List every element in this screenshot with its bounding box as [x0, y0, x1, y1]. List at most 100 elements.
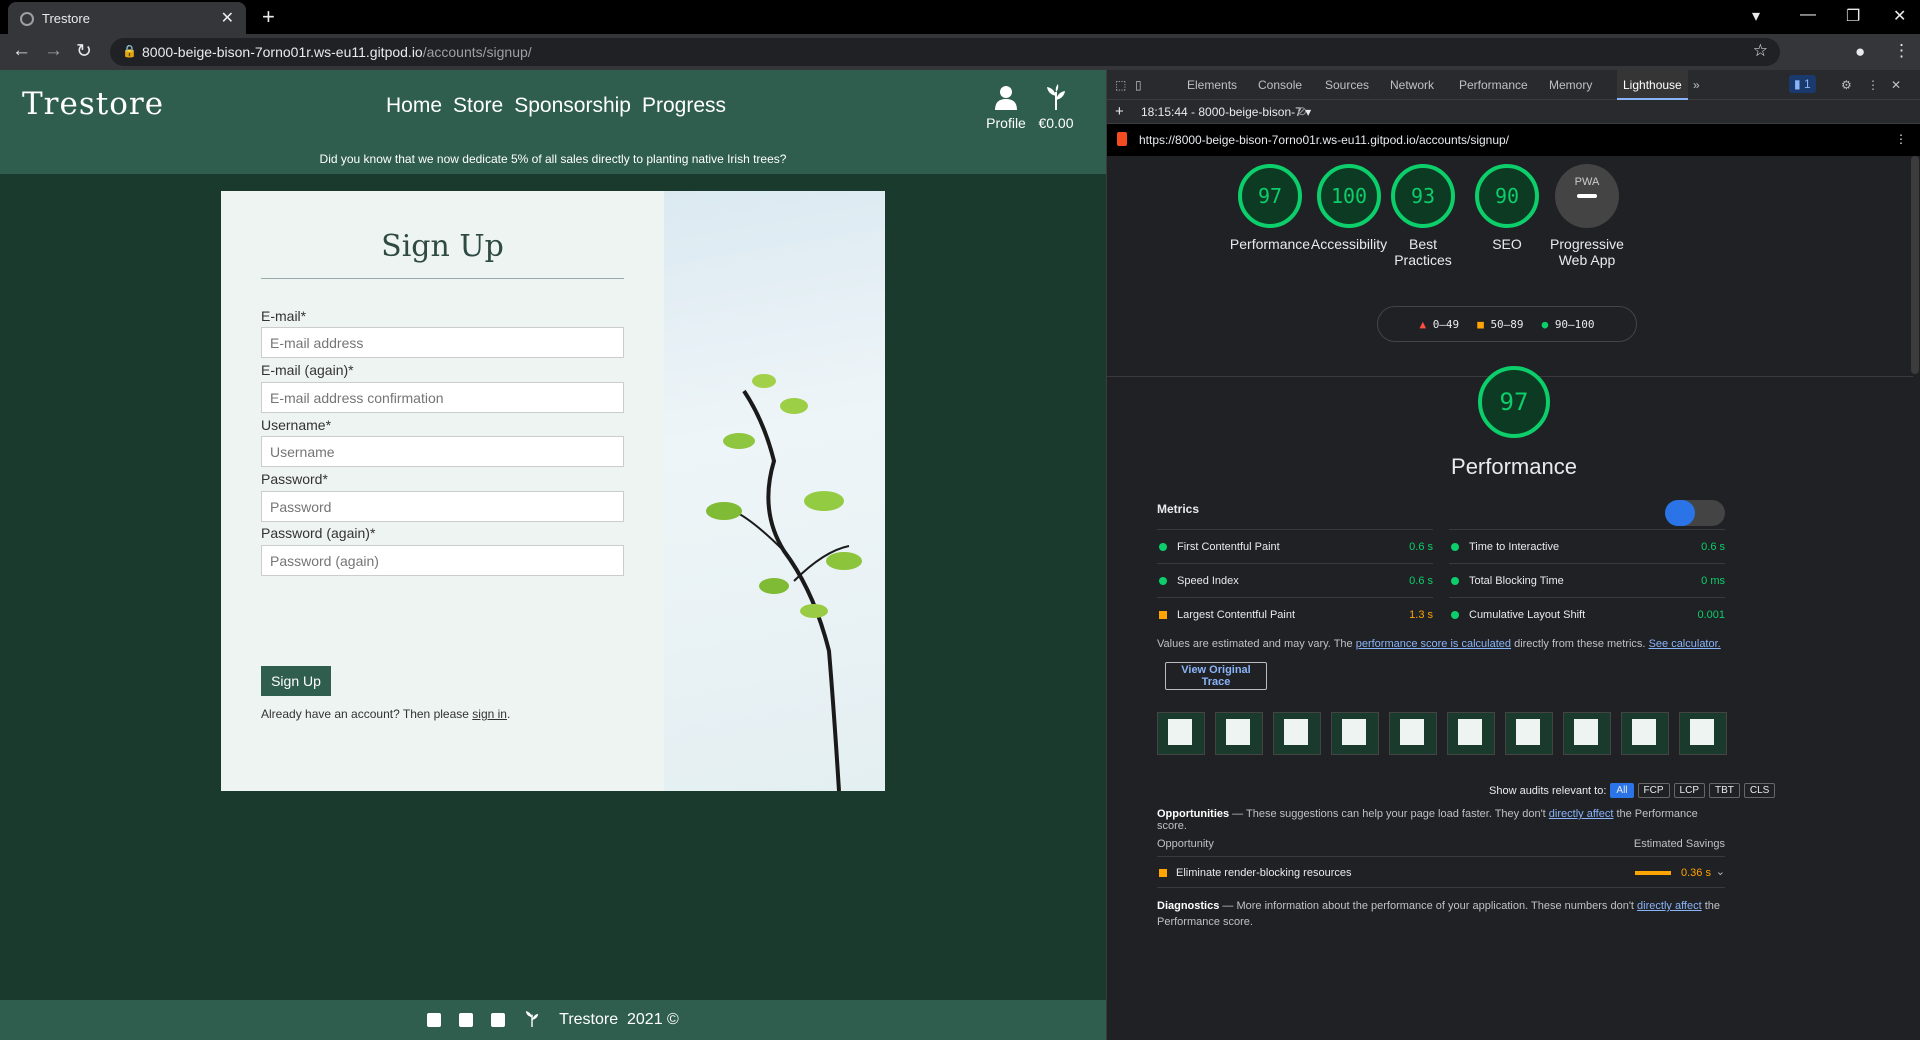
main-nav: Home Store Sponsorship Progress — [386, 94, 726, 118]
minimize-icon[interactable]: — — [1800, 6, 1816, 24]
lock-icon[interactable]: 🔒 — [122, 44, 137, 58]
signup-heading: Sign Up — [261, 229, 624, 279]
pass-icon — [1159, 577, 1167, 585]
sapling-icon — [1036, 84, 1076, 115]
score-calculated-link[interactable]: performance score is calculated — [1356, 638, 1511, 650]
signin-link[interactable]: sign in — [472, 707, 507, 721]
signup-button[interactable]: Sign Up — [261, 666, 331, 696]
score-legend: ▲ 0–49 ■ 50–89 ● 90–100 — [1377, 306, 1637, 342]
tab-sources[interactable]: Sources — [1325, 78, 1369, 92]
nav-sponsorship[interactable]: Sponsorship — [514, 94, 631, 118]
nav-store[interactable]: Store — [453, 94, 503, 118]
tab-memory[interactable]: Memory — [1549, 78, 1592, 92]
filter-fcp[interactable]: FCP — [1637, 783, 1670, 798]
metric-lcp: Largest Contentful Paint 1.3 s — [1157, 597, 1433, 631]
opportunities-desc: — These suggestions can help your page l… — [1229, 808, 1549, 820]
legend-pass-text: 90–100 — [1554, 317, 1595, 331]
diagnostics-title: Diagnostics — [1157, 900, 1220, 912]
filter-cls[interactable]: CLS — [1743, 783, 1776, 798]
more-tabs-icon[interactable]: » — [1693, 78, 1700, 92]
new-tab-icon[interactable]: + — [262, 4, 275, 30]
opportunity-name: Eliminate render-blocking resources — [1176, 867, 1352, 879]
view-trace-button[interactable]: View Original Trace — [1165, 662, 1267, 690]
devtools-close-icon[interactable]: ✕ — [1891, 78, 1901, 92]
user-icon — [985, 84, 1027, 115]
site-logo[interactable]: Trestore — [22, 86, 164, 122]
forward-icon[interactable]: → — [44, 40, 63, 62]
profile-dropdown-icon[interactable]: ▾ — [1752, 6, 1760, 26]
gauge-seo-score: 90 — [1475, 164, 1539, 228]
devtools-panel: ⬚ ▯ Elements Console Sources Network Per… — [1106, 70, 1920, 1040]
opportunity-row[interactable]: Eliminate render-blocking resources 0.36… — [1157, 856, 1725, 888]
window-close-icon[interactable]: ✕ — [1893, 6, 1906, 26]
inspect-icon[interactable]: ⬚ — [1115, 78, 1126, 92]
gauge-performance[interactable]: 97 Performance — [1225, 164, 1315, 252]
gauge-performance-label: Performance — [1229, 236, 1311, 252]
chevron-down-icon[interactable]: ⌄ — [1716, 865, 1725, 878]
filmstrip-frame — [1389, 712, 1437, 755]
email-again-field[interactable] — [261, 382, 624, 413]
password-field[interactable] — [261, 491, 624, 522]
report-menu-icon[interactable]: ⋮ — [1895, 132, 1907, 146]
pwa-badge-text: PWA — [1574, 176, 1600, 188]
devtools-settings-icon[interactable]: ⚙ — [1841, 78, 1852, 92]
see-calculator-link[interactable]: See calculator. — [1649, 638, 1721, 650]
gauge-seo[interactable]: 90 SEO — [1462, 164, 1552, 252]
profile-link[interactable]: Profile — [985, 84, 1027, 131]
filter-lcp[interactable]: LCP — [1673, 783, 1705, 798]
nav-home[interactable]: Home — [386, 94, 442, 118]
filmstrip-frame — [1331, 712, 1379, 755]
browser-menu-icon[interactable]: ⋮ — [1893, 41, 1910, 61]
metric-name: Time to Interactive — [1469, 541, 1560, 553]
clear-icon[interactable]: ⊘ — [1297, 104, 1307, 118]
password-again-field[interactable] — [261, 545, 624, 576]
devtools-menu-icon[interactable]: ⋮ — [1867, 78, 1879, 92]
filter-all[interactable]: All — [1610, 783, 1634, 798]
reload-icon[interactable]: ↻ — [76, 40, 92, 63]
metric-fcp: First Contentful Paint 0.6 s — [1157, 529, 1433, 563]
nav-progress[interactable]: Progress — [642, 94, 726, 118]
pass-icon — [1159, 543, 1167, 551]
facebook-icon[interactable] — [427, 1013, 442, 1027]
directly-affect-link[interactable]: directly affect — [1549, 808, 1614, 820]
tab-lighthouse[interactable]: Lighthouse — [1617, 70, 1688, 100]
url-path: /accounts/signup/ — [422, 44, 532, 60]
restore-icon[interactable]: ❐ — [1846, 6, 1860, 26]
omnibox[interactable]: 🔒 8000-beige-bison-7orno01r.ws-eu11.gitp… — [110, 38, 1780, 66]
tab-console[interactable]: Console — [1258, 78, 1302, 92]
username-field[interactable] — [261, 436, 624, 467]
metric-name: Speed Index — [1177, 575, 1239, 587]
values-note: Values are estimated and may vary. The p… — [1157, 638, 1721, 650]
browser-tab[interactable]: Trestore ✕ — [8, 2, 246, 34]
account-icon[interactable]: ● — [1855, 42, 1865, 62]
issues-badge[interactable]: ▮ 1 — [1789, 75, 1816, 93]
gauge-pwa[interactable]: PWA Progressive Web App — [1542, 164, 1632, 268]
email-field[interactable] — [261, 327, 624, 358]
report-scrollbar[interactable] — [1911, 156, 1919, 374]
filter-tbt[interactable]: TBT — [1708, 783, 1740, 798]
report-url[interactable]: https://8000-beige-bison-7orno01r.ws-eu1… — [1139, 133, 1509, 147]
close-tab-icon[interactable]: ✕ — [221, 8, 234, 28]
bag-link[interactable]: €0.00 — [1036, 84, 1076, 131]
tab-performance[interactable]: Performance — [1459, 78, 1528, 92]
instagram-icon[interactable] — [459, 1013, 474, 1027]
savings-bar — [1635, 871, 1671, 875]
bookmark-star-icon[interactable]: ☆ — [1753, 41, 1768, 61]
opportunities-heading: Opportunities — These suggestions can he… — [1157, 808, 1727, 832]
gauge-seo-label: SEO — [1492, 236, 1522, 252]
tab-network[interactable]: Network — [1390, 78, 1434, 92]
diagnostics-link[interactable]: directly affect — [1637, 900, 1702, 912]
metrics-view-toggle[interactable] — [1665, 500, 1725, 526]
device-toggle-icon[interactable]: ▯ — [1135, 78, 1142, 92]
back-icon[interactable]: ← — [12, 40, 31, 62]
report-selector[interactable]: 18:15:44 - 8000-beige-bison-7 ▾ — [1141, 105, 1311, 119]
gauge-accessibility[interactable]: 100 Accessibility — [1304, 164, 1394, 252]
gauge-accessibility-label: Accessibility — [1310, 236, 1388, 252]
gauge-best-practices[interactable]: 93 Best Practices — [1383, 164, 1463, 268]
promo-banner: Did you know that we now dedicate 5% of … — [319, 152, 787, 166]
signin-prompt-period: . — [506, 707, 511, 721]
twitter-icon[interactable] — [491, 1013, 506, 1027]
new-report-icon[interactable]: + — [1115, 103, 1124, 120]
signup-form: Sign Up E-mail* E-mail (again)* Username… — [221, 191, 664, 791]
tab-elements[interactable]: Elements — [1187, 78, 1237, 92]
